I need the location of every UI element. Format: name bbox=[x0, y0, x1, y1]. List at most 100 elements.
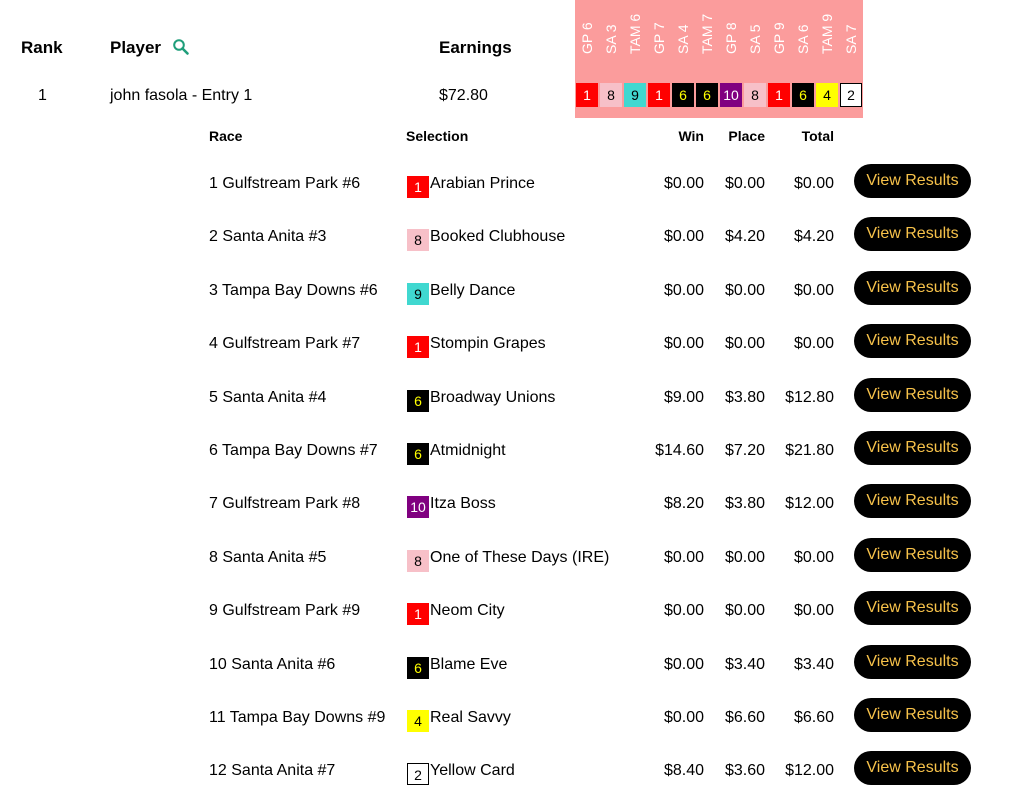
selection-chip: 10 bbox=[720, 83, 742, 107]
race-column-label-text: TAM 6 bbox=[627, 13, 643, 54]
horse-name: Booked Clubhouse bbox=[430, 228, 566, 245]
table-row: 8 Santa Anita #5 8 One of These Days (IRE)… bbox=[0, 538, 1024, 591]
race-name: 7 Gulfstream Park #8 bbox=[209, 495, 361, 512]
view-results-button[interactable]: View Results bbox=[854, 378, 971, 412]
race-name: 2 Santa Anita #3 bbox=[209, 228, 327, 245]
view-results-button[interactable]: View Results bbox=[854, 271, 971, 305]
view-results-button[interactable]: View Results bbox=[854, 645, 971, 679]
win-amount: $8.20 bbox=[663, 495, 704, 512]
race-column-label: GP 7 bbox=[647, 0, 671, 72]
view-results-button[interactable]: View Results bbox=[854, 324, 971, 358]
race-column-label: SA 5 bbox=[743, 0, 767, 72]
win-amount: $0.00 bbox=[663, 709, 704, 726]
selection-chip: 1 bbox=[576, 83, 598, 107]
race-name: 11 Tampa Bay Downs #9 bbox=[209, 709, 386, 726]
total-amount: $0.00 bbox=[793, 175, 834, 192]
view-results-button[interactable]: View Results bbox=[854, 698, 971, 732]
race-column-label: TAM 6 bbox=[623, 0, 647, 72]
program-number-chip: 9 bbox=[407, 283, 429, 305]
win-amount: $0.00 bbox=[663, 175, 704, 192]
view-results-button[interactable]: View Results bbox=[854, 217, 971, 251]
total-amount: $0.00 bbox=[793, 282, 834, 299]
horse-name: Neom City bbox=[430, 602, 505, 619]
horse-name: One of These Days (IRE) bbox=[430, 549, 610, 566]
place-amount: $0.00 bbox=[724, 549, 765, 566]
win-amount: $14.60 bbox=[655, 442, 704, 459]
horse-name: Real Savvy bbox=[430, 709, 511, 726]
view-results-button[interactable]: View Results bbox=[854, 484, 971, 518]
race-name: 12 Santa Anita #7 bbox=[209, 762, 336, 779]
race-column-label-text: GP 7 bbox=[651, 22, 667, 54]
win-amount: $9.00 bbox=[663, 389, 704, 406]
program-number-chip: 4 bbox=[407, 710, 429, 732]
selection-chip: 1 bbox=[648, 83, 670, 107]
race-name: 10 Santa Anita #6 bbox=[209, 656, 336, 673]
view-results-button[interactable]: View Results bbox=[854, 538, 971, 572]
race-column-label-text: GP 9 bbox=[771, 22, 787, 54]
race-column-label: GP 9 bbox=[767, 0, 791, 72]
total-amount: $12.80 bbox=[785, 389, 834, 406]
place-amount: $3.80 bbox=[724, 389, 765, 406]
place-amount: $3.80 bbox=[724, 495, 765, 512]
place-amount: $7.20 bbox=[724, 442, 765, 459]
place-amount: $0.00 bbox=[724, 282, 765, 299]
view-results-button[interactable]: View Results bbox=[854, 591, 971, 625]
player-name[interactable]: john fasola - Entry 1 bbox=[110, 87, 252, 105]
table-row: 3 Tampa Bay Downs #6 9 Belly Dance $0.00 $0.… bbox=[0, 271, 1024, 324]
table-row: 5 Santa Anita #4 6 Broadway Unions $9.00 $3.… bbox=[0, 378, 1024, 431]
table-row: 12 Santa Anita #7 2 Yellow Card $8.40 $3.60 $… bbox=[0, 751, 1024, 788]
leaderboard-page: Rank Player Earnings 1 john fasola - Ent… bbox=[0, 0, 1024, 788]
program-number-chip: 8 bbox=[407, 229, 429, 251]
selection-chip: 2 bbox=[840, 83, 862, 107]
program-number-chip: 10 bbox=[407, 496, 429, 518]
place-amount: $0.00 bbox=[724, 335, 765, 352]
place-amount: $6.60 bbox=[724, 709, 765, 726]
selection-chip: 6 bbox=[792, 83, 814, 107]
view-results-button[interactable]: View Results bbox=[854, 751, 971, 785]
place-amount: $0.00 bbox=[724, 602, 765, 619]
total-amount: $0.00 bbox=[793, 549, 834, 566]
player-header: Player bbox=[110, 38, 162, 57]
race-column-label: SA 3 bbox=[599, 0, 623, 72]
race-column-label: SA 7 bbox=[839, 0, 863, 72]
program-number-chip: 2 bbox=[407, 763, 429, 785]
horse-name: Blame Eve bbox=[430, 656, 508, 673]
race-column-label: TAM 7 bbox=[695, 0, 719, 72]
table-row: 4 Gulfstream Park #7 1 Stompin Grapes $0.00… bbox=[0, 324, 1024, 377]
race-column-label-text: SA 5 bbox=[747, 24, 763, 54]
total-amount: $0.00 bbox=[793, 335, 834, 352]
place-column-header: Place bbox=[728, 128, 765, 144]
player-rank: 1 bbox=[38, 87, 47, 104]
race-name: 1 Gulfstream Park #6 bbox=[209, 175, 361, 192]
program-number-chip: 6 bbox=[407, 657, 429, 679]
race-column-label: SA 4 bbox=[671, 0, 695, 72]
table-row: 2 Santa Anita #3 8 Booked Clubhouse $0.00 $4… bbox=[0, 217, 1024, 270]
win-amount: $0.00 bbox=[663, 602, 704, 619]
horse-name: Broadway Unions bbox=[430, 389, 556, 406]
place-amount: $4.20 bbox=[724, 228, 765, 245]
horse-name: Itza Boss bbox=[430, 495, 496, 512]
race-name: 4 Gulfstream Park #7 bbox=[209, 335, 361, 352]
rank-header: Rank bbox=[21, 38, 63, 57]
total-amount: $21.80 bbox=[785, 442, 834, 459]
selection-chip: 6 bbox=[672, 83, 694, 107]
selection-chip: 9 bbox=[624, 83, 646, 107]
win-amount: $0.00 bbox=[663, 656, 704, 673]
win-amount: $0.00 bbox=[663, 549, 704, 566]
view-results-button[interactable]: View Results bbox=[854, 431, 971, 465]
win-amount: $0.00 bbox=[663, 228, 704, 245]
horse-name: Belly Dance bbox=[430, 282, 516, 299]
win-amount: $8.40 bbox=[663, 762, 704, 779]
search-icon[interactable] bbox=[172, 38, 190, 56]
selection-chip: 1 bbox=[768, 83, 790, 107]
earnings-header: Earnings bbox=[439, 38, 512, 57]
table-row: 10 Santa Anita #6 6 Blame Eve $0.00 $3.40 $3.… bbox=[0, 645, 1024, 698]
table-row: 9 Gulfstream Park #9 1 Neom City $0.00 $0.00… bbox=[0, 591, 1024, 644]
race-column-label: GP 6 bbox=[575, 0, 599, 72]
place-amount: $0.00 bbox=[724, 175, 765, 192]
race-column-label: SA 6 bbox=[791, 0, 815, 72]
view-results-button[interactable]: View Results bbox=[854, 164, 971, 198]
place-amount: $3.40 bbox=[724, 656, 765, 673]
program-number-chip: 6 bbox=[407, 390, 429, 412]
horse-name: Arabian Prince bbox=[430, 175, 535, 192]
